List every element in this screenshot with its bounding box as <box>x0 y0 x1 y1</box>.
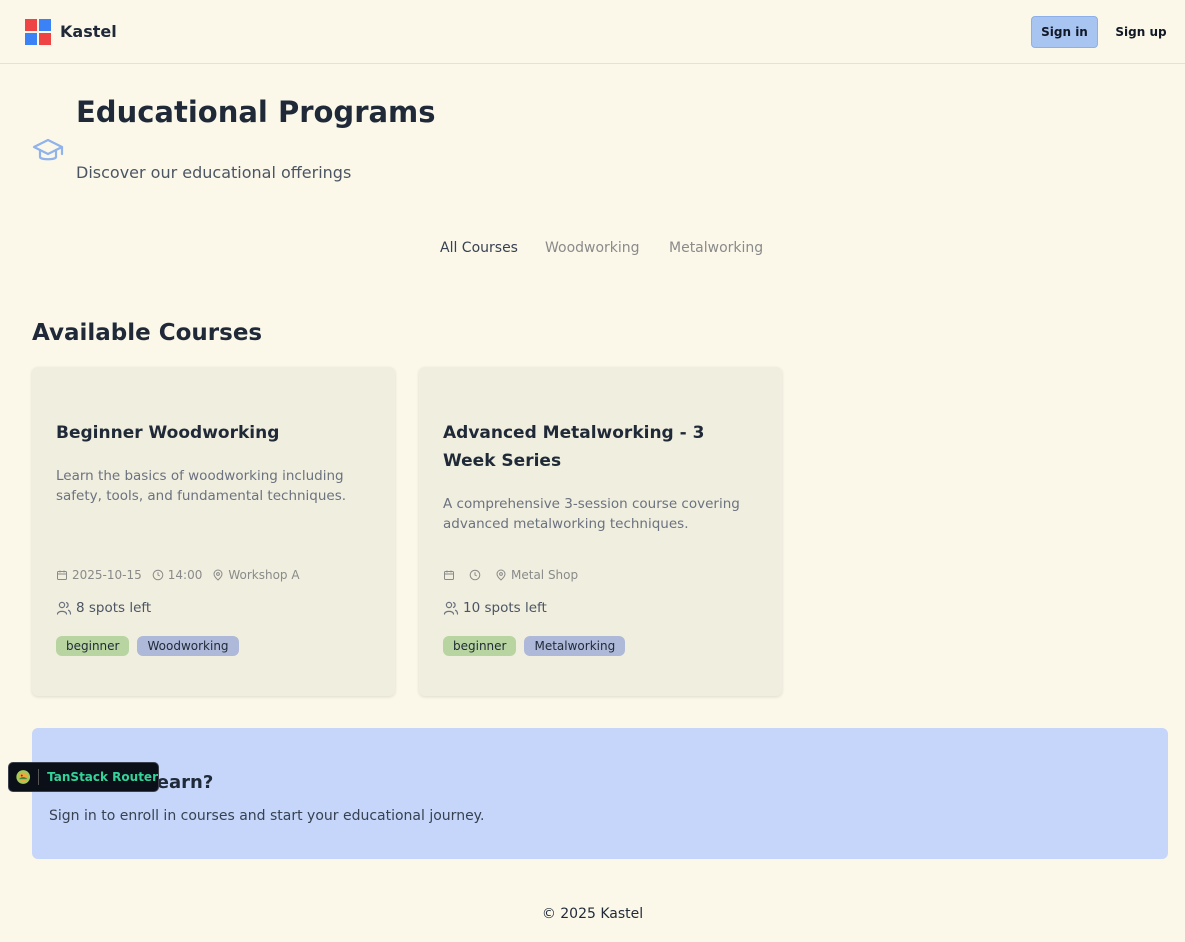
brand-name[interactable]: Kastel <box>60 22 117 41</box>
calendar-icon <box>444 570 454 580</box>
course-filter-tabs: All Courses Woodworking Metalworking <box>0 240 1185 262</box>
course-description: A comprehensive 3-session course coverin… <box>443 496 740 532</box>
cta-text: Sign in to enroll in courses and start y… <box>49 808 485 824</box>
spots-remaining: 10 spots left <box>443 600 547 616</box>
users-icon <box>56 601 72 615</box>
top-navigation-bar: Kastel Sign in Sign up <box>0 0 1185 64</box>
graduation-cap-icon <box>32 138 64 161</box>
clock-icon <box>152 569 164 581</box>
tab-all-courses[interactable]: All Courses <box>440 240 518 256</box>
spots-remaining: 8 spots left <box>56 600 151 616</box>
course-location: Metal Shop <box>511 568 579 582</box>
course-tags: beginner Woodworking <box>56 636 247 656</box>
footer-copyright: © 2025 Kastel <box>541 906 644 922</box>
category-badge: Woodworking <box>137 636 239 656</box>
course-tags: beginner Metalworking <box>443 636 633 656</box>
kastel-logo-icon[interactable] <box>25 19 51 45</box>
course-title[interactable]: Advanced Metalworking - 3 Week Series <box>443 419 758 475</box>
tab-woodworking[interactable]: Woodworking <box>545 240 640 256</box>
badge-divider <box>38 769 40 785</box>
level-badge: beginner <box>443 636 517 656</box>
tanstack-router-devtools-button[interactable]: TanStack Router <box>8 762 159 792</box>
course-meta: Metal Shop <box>443 567 578 583</box>
sign-in-button[interactable]: Sign in <box>1031 16 1098 48</box>
page-title: Educational Programs <box>76 95 436 129</box>
category-badge: Metalworking <box>524 636 626 656</box>
spots-text: 10 spots left <box>463 600 547 616</box>
tanstack-router-label: TanStack Router <box>47 770 158 784</box>
map-pin-icon <box>496 569 506 581</box>
course-title[interactable]: Beginner Woodworking <box>56 419 371 447</box>
sign-up-button[interactable]: Sign up <box>1110 16 1172 48</box>
course-card[interactable]: Beginner Woodworking Learn the basics of… <box>32 367 395 696</box>
course-location: Workshop A <box>228 568 300 582</box>
sign-in-call-to-action: Ready to Learn? Sign in to enroll in cou… <box>32 728 1168 859</box>
course-meta: 2025-10-15 14:00 Workshop A <box>56 567 300 583</box>
course-date: 2025-10-15 <box>72 568 142 582</box>
tanstack-logo-icon <box>16 770 31 784</box>
tab-metalworking[interactable]: Metalworking <box>669 240 763 256</box>
course-card[interactable]: Advanced Metalworking - 3 Week Series A … <box>419 367 782 696</box>
clock-icon <box>469 569 481 581</box>
calendar-icon <box>57 570 67 580</box>
course-time: 14:00 <box>167 568 203 582</box>
page-subtitle: Discover our educational offerings <box>76 163 352 182</box>
level-badge: beginner <box>56 636 130 656</box>
course-description: Learn the basics of woodworking includin… <box>56 468 347 504</box>
map-pin-icon <box>213 569 223 581</box>
section-title: Available Courses <box>32 320 263 346</box>
spots-text: 8 spots left <box>76 600 152 616</box>
users-icon <box>443 601 459 615</box>
